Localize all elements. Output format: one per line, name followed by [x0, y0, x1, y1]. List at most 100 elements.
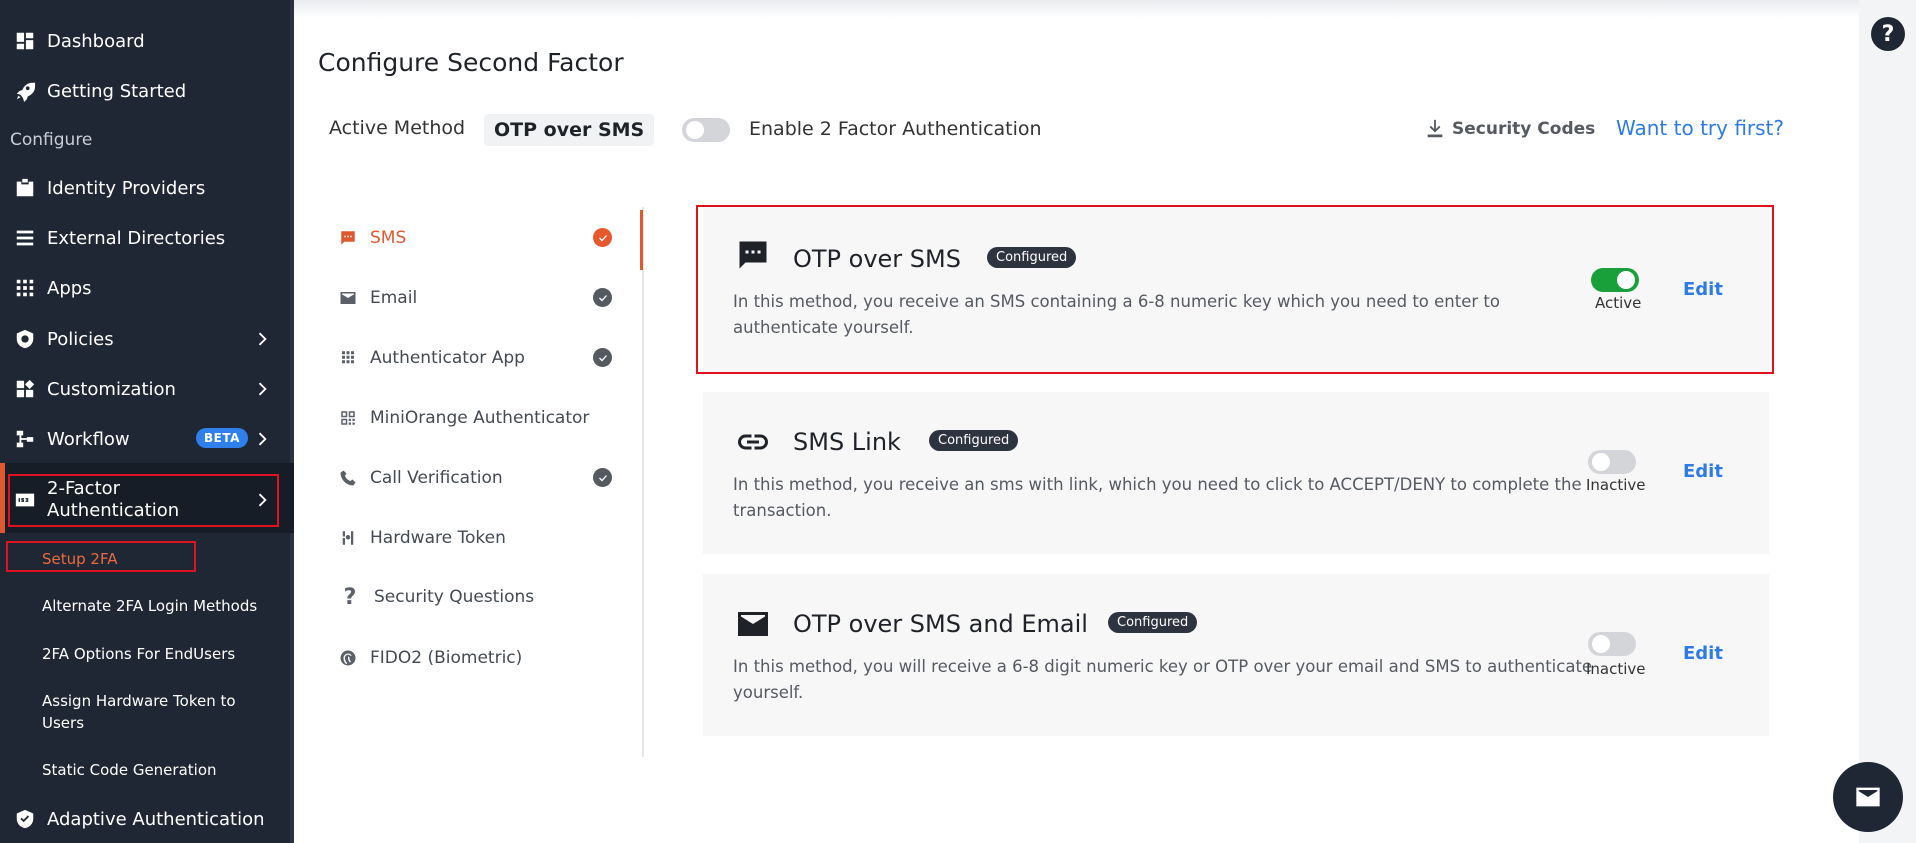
sidebar-item-external-directories[interactable]: External Directories: [0, 215, 294, 261]
contact-mail-button[interactable]: [1833, 762, 1903, 832]
edit-link[interactable]: Edit: [1683, 643, 1723, 664]
method-item-sms[interactable]: SMS: [338, 223, 406, 253]
toggle-knob: [1592, 453, 1610, 471]
toggle-knob: [686, 121, 704, 139]
status-label: Inactive: [1586, 476, 1646, 494]
edit-link[interactable]: Edit: [1683, 461, 1723, 482]
method-item-hardware-token[interactable]: Hardware Token: [338, 523, 506, 553]
sidebar-item-label: Adaptive Authentication: [47, 808, 265, 830]
sidebar-section-configure: Configure: [10, 130, 93, 150]
configured-check-icon: [593, 228, 612, 247]
sidebar-subitem-hardware-token[interactable]: Assign Hardware Token to Users: [42, 690, 236, 734]
method-label: Authenticator App: [370, 348, 525, 368]
sidebar-item-label: Customization: [47, 378, 176, 400]
method-list-divider: [642, 207, 644, 757]
sidebar-item-dashboard[interactable]: Dashboard: [0, 18, 294, 64]
method-active-indicator: [640, 210, 643, 270]
method-item-miniorange-authenticator[interactable]: MiniOrange Authenticator: [338, 403, 589, 433]
dashboard-icon: [14, 30, 36, 52]
method-item-email[interactable]: Email: [338, 283, 417, 313]
fingerprint-icon: [338, 648, 358, 668]
sidebar-item-policies[interactable]: Policies: [0, 316, 294, 362]
security-codes-label: Security Codes: [1452, 119, 1596, 139]
sidebar-item-label: Identity Providers: [47, 177, 206, 199]
method-label: Security Questions: [374, 587, 535, 607]
sidebar-subitem-alternate-login[interactable]: Alternate 2FA Login Methods: [42, 595, 257, 617]
sidebar-item-workflow[interactable]: Workflow BETA: [0, 416, 294, 462]
sidebar-subitem-label: Users: [42, 714, 85, 732]
method-item-security-questions[interactable]: ? Security Questions: [338, 582, 535, 612]
keypad-icon: [338, 348, 358, 368]
configured-check-icon: [593, 348, 612, 367]
configured-check-icon: [593, 468, 612, 487]
sidebar-item-label: External Directories: [47, 227, 226, 249]
chevron-right-icon: [252, 379, 272, 399]
method-label: Call Verification: [370, 468, 503, 488]
sidebar: Dashboard Getting Started Configure Iden…: [0, 0, 294, 843]
workflow-icon: [14, 428, 36, 450]
download-icon: [1427, 119, 1443, 138]
id-badge-icon: [14, 177, 36, 199]
card-description-line: transaction.: [733, 501, 832, 520]
method-item-call-verification[interactable]: Call Verification: [338, 463, 503, 493]
method-label: Hardware Token: [370, 528, 506, 548]
envelope-icon: [735, 606, 771, 642]
token-icon: [338, 528, 358, 548]
toggle-knob: [1592, 635, 1610, 653]
method-card-sms-link: SMS Link Configured In this method, you …: [703, 392, 1769, 554]
method-label: MiniOrange Authenticator: [370, 408, 590, 428]
sidebar-item-customization[interactable]: Customization: [0, 366, 294, 412]
sidebar-subitem-enduser-options[interactable]: 2FA Options For EndUsers: [42, 643, 235, 665]
method-active-toggle[interactable]: [1588, 632, 1636, 656]
configured-badge: Configured: [929, 430, 1019, 451]
card-description-line: In this method, you will receive a 6-8 d…: [733, 657, 1593, 676]
email-icon: [338, 288, 358, 308]
card-description-line: In this method, you receive an sms with …: [733, 475, 1582, 494]
sidebar-item-identity-providers[interactable]: Identity Providers: [0, 165, 294, 211]
mail-icon: [1856, 787, 1880, 807]
active-method-label: Active Method: [329, 117, 466, 139]
question-icon: ?: [343, 584, 357, 610]
method-item-authenticator-app[interactable]: Authenticator App: [338, 343, 525, 373]
sms-icon: [338, 228, 358, 248]
method-item-fido2[interactable]: FIDO2 (Biometric): [338, 643, 522, 673]
page-title: Configure Second Factor: [318, 48, 624, 77]
list-icon: [14, 227, 36, 249]
sidebar-item-adaptive-auth[interactable]: Adaptive Authentication: [0, 796, 294, 842]
status-label: Inactive: [1586, 660, 1646, 678]
sidebar-item-label: Getting Started: [47, 80, 187, 102]
card-title: OTP over SMS and Email: [793, 610, 1088, 638]
qr-icon: [338, 408, 358, 428]
shield-icon: [14, 328, 36, 350]
card-description-line: yourself.: [733, 683, 804, 702]
sidebar-item-apps[interactable]: Apps: [0, 265, 294, 311]
sidebar-subitem-static-code[interactable]: Static Code Generation: [42, 759, 217, 781]
enable-2fa-label: Enable 2 Factor Authentication: [749, 118, 1042, 140]
chevron-right-icon: [252, 429, 272, 449]
link-icon: [735, 424, 771, 460]
chevron-right-icon: [252, 329, 272, 349]
highlight-outline: [696, 205, 1774, 374]
sidebar-item-label: Policies: [47, 328, 114, 350]
customize-icon: [14, 378, 36, 400]
beta-badge: BETA: [196, 428, 248, 448]
want-to-try-link[interactable]: Want to try first?: [1616, 116, 1784, 140]
sidebar-item-label: Workflow: [47, 428, 130, 450]
sidebar-item-getting-started[interactable]: Getting Started: [0, 68, 294, 114]
topbar: [294, 0, 1859, 18]
sidebar-item-label: Apps: [47, 277, 92, 299]
enable-2fa-toggle[interactable]: [682, 118, 730, 142]
configured-check-icon: [593, 288, 612, 307]
rocket-icon: [14, 80, 36, 102]
method-label: SMS: [370, 228, 407, 248]
shield-check-icon: [14, 808, 36, 830]
method-label: Email: [370, 288, 418, 308]
card-description: In this method, you receive an sms with …: [733, 472, 1593, 524]
method-card-otp-sms-email: OTP over SMS and Email Configured In thi…: [703, 574, 1769, 736]
method-active-toggle[interactable]: [1588, 450, 1636, 474]
help-button[interactable]: ?: [1871, 17, 1905, 51]
security-codes-button[interactable]: Security Codes: [1424, 117, 1595, 141]
method-label: FIDO2 (Biometric): [370, 648, 523, 668]
configured-badge: Configured: [1108, 612, 1198, 633]
active-method-value: OTP over SMS: [484, 114, 655, 146]
